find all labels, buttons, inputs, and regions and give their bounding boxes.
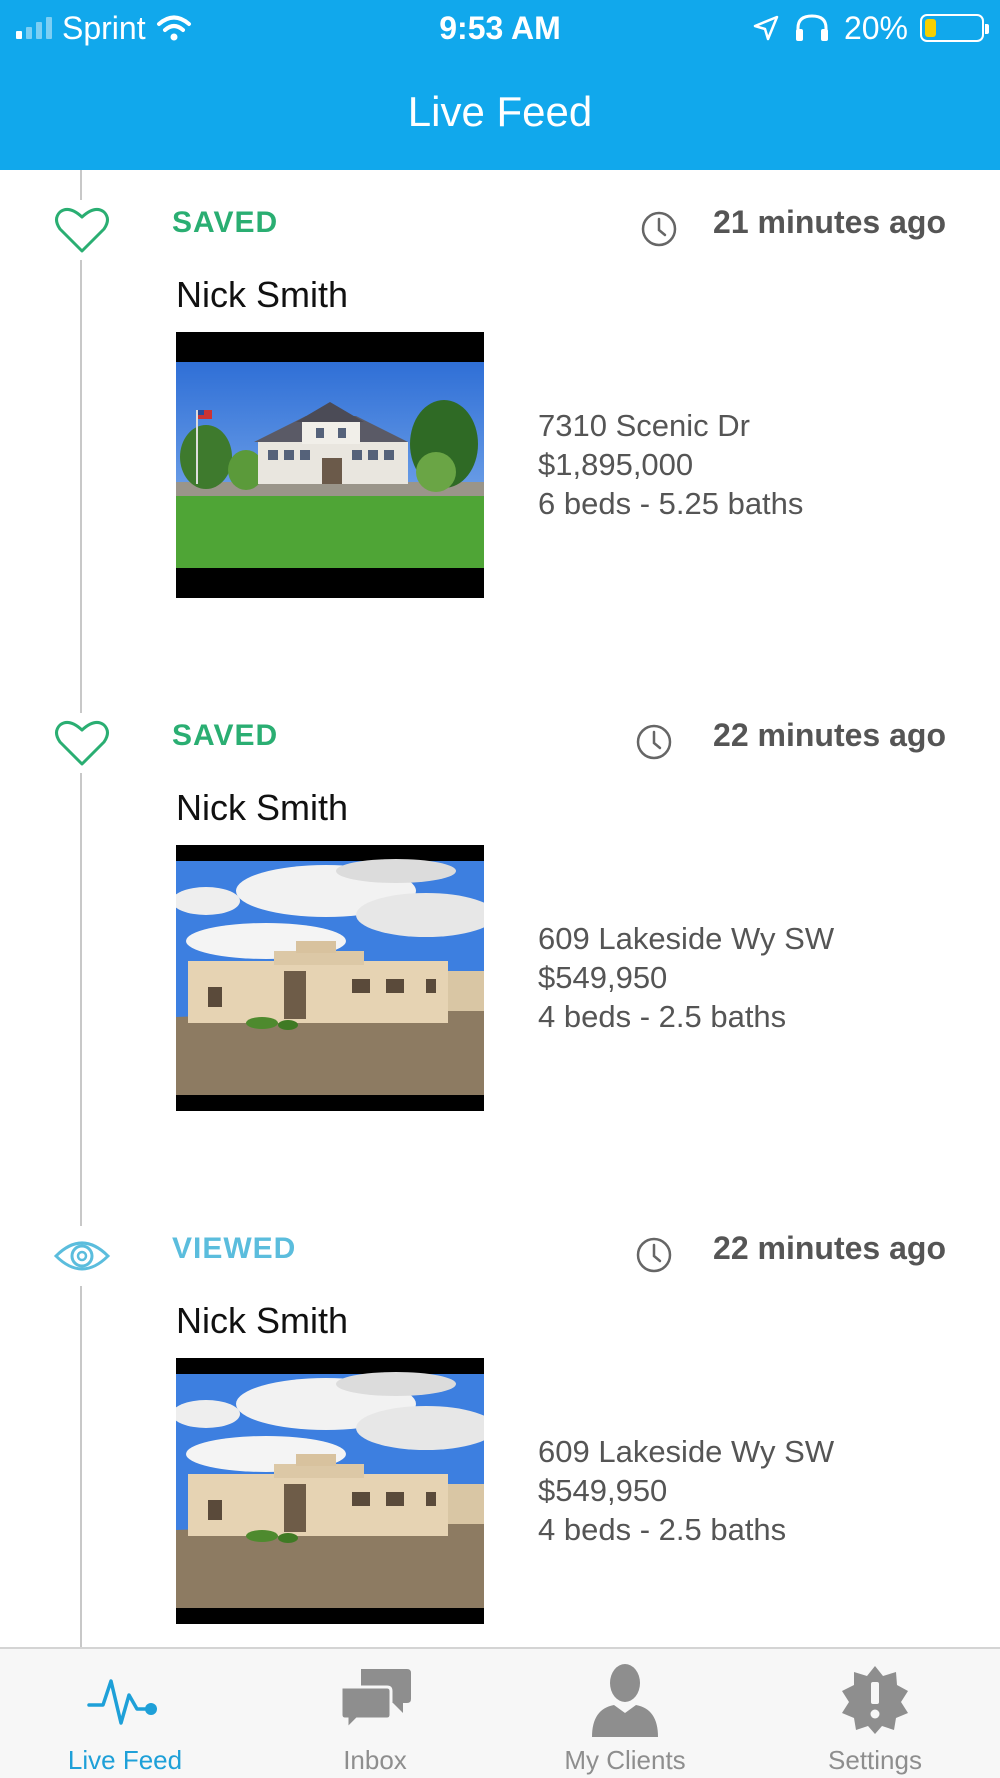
activity-status: SAVED: [172, 206, 279, 239]
clock-icon: [641, 211, 677, 247]
listing-photo[interactable]: [176, 845, 484, 1111]
chat-bubbles-icon: [250, 1659, 500, 1739]
listing-beds-baths: 4 beds - 2.5 baths: [538, 999, 787, 1034]
listing-address: 7310 Scenic Dr: [538, 408, 750, 443]
feed-item[interactable]: VIEWED 22 minutes ago Nick Smith 609 Lak…: [0, 1196, 1000, 1647]
page-title: Live Feed: [407, 88, 593, 135]
person-icon: [500, 1659, 750, 1739]
activity-status: SAVED: [172, 719, 279, 752]
listing-details[interactable]: 609 Lakeside Wy SW $549,950 4 beds - 2.5…: [538, 1432, 834, 1549]
client-name[interactable]: Nick Smith: [176, 787, 348, 829]
status-right: 20%: [752, 8, 989, 48]
activity-time: 22 minutes ago: [713, 1230, 946, 1266]
listing-beds-baths: 6 beds - 5.25 baths: [538, 486, 804, 521]
listing-details[interactable]: 7310 Scenic Dr $1,895,000 6 beds - 5.25 …: [538, 406, 803, 523]
activity-time: 22 minutes ago: [713, 717, 946, 753]
location-arrow-icon: [753, 15, 779, 41]
tab-settings[interactable]: Settings: [750, 1649, 1000, 1778]
tab-my-clients[interactable]: My Clients: [500, 1649, 750, 1778]
clock-icon: [636, 724, 672, 760]
listing-photo[interactable]: [176, 332, 484, 598]
heart-icon: [52, 713, 112, 773]
tab-label: My Clients: [564, 1745, 686, 1775]
clock-icon: [636, 1237, 672, 1273]
client-name[interactable]: Nick Smith: [176, 274, 348, 316]
tab-label: Settings: [828, 1745, 922, 1775]
status-bar: Sprint 9:53 AM 20%: [0, 0, 1000, 56]
headphones-icon: [795, 14, 828, 41]
listing-price: $1,895,000: [538, 447, 694, 482]
app-header: Sprint 9:53 AM 20% Live Feed: [0, 0, 1000, 170]
tab-live-feed[interactable]: Live Feed: [0, 1649, 250, 1778]
battery-percent: 20%: [843, 9, 908, 46]
live-feed-list[interactable]: SAVED 21 minutes ago Nick Smith 7310 Sce…: [0, 170, 1000, 1647]
listing-beds-baths: 4 beds - 2.5 baths: [538, 1512, 787, 1547]
tab-bar: Live Feed Inbox My Clients Settings: [0, 1647, 1000, 1778]
client-name[interactable]: Nick Smith: [176, 1300, 348, 1342]
tab-inbox[interactable]: Inbox: [250, 1649, 500, 1778]
battery-icon: [920, 14, 989, 42]
heart-icon: [52, 200, 112, 260]
listing-address: 609 Lakeside Wy SW: [538, 1434, 835, 1469]
battery-level: [925, 19, 936, 37]
listing-photo[interactable]: [176, 1358, 484, 1624]
tab-label: Live Feed: [67, 1745, 183, 1775]
feed-item[interactable]: SAVED 22 minutes ago Nick Smith 609 Lake…: [0, 683, 1000, 1143]
feed-item[interactable]: SAVED 21 minutes ago Nick Smith 7310 Sce…: [0, 170, 1000, 630]
activity-status: VIEWED: [172, 1232, 297, 1265]
listing-details[interactable]: 609 Lakeside Wy SW $549,950 4 beds - 2.5…: [538, 919, 834, 1036]
pulse-icon: [0, 1659, 250, 1739]
listing-price: $549,950: [538, 1473, 668, 1508]
eye-icon: [52, 1226, 112, 1286]
tab-label: Inbox: [343, 1745, 407, 1775]
activity-time: 21 minutes ago: [713, 204, 946, 240]
listing-price: $549,950: [538, 960, 668, 995]
listing-address: 609 Lakeside Wy SW: [538, 921, 835, 956]
gear-alert-icon: [750, 1659, 1000, 1739]
